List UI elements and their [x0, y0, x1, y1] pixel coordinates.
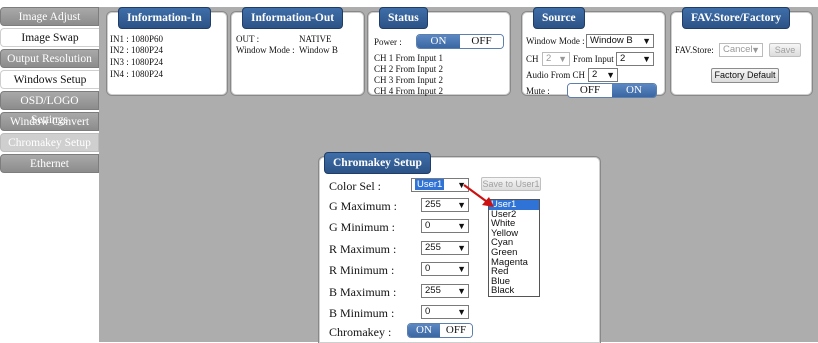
channel-status: CH 1 From Input 1: [374, 53, 444, 63]
out-label: OUT :: [236, 34, 260, 44]
info-in-line: IN3 : 1080P24: [110, 57, 164, 67]
chromakey-label: Chromakey :: [329, 325, 392, 339]
b-minimum-label: B Minimum :: [329, 306, 395, 320]
info-out-panel: Information-Out OUT : NATIVE Window Mode…: [230, 7, 365, 96]
chromakey-title: Chromakey Setup: [324, 152, 431, 174]
power-toggle[interactable]: ON OFF: [416, 34, 504, 49]
color-sel-value: User1: [415, 179, 445, 190]
chevron-down-icon: ▼: [751, 45, 760, 55]
r-minimum-label: R Minimum :: [329, 263, 395, 277]
save-button[interactable]: Save: [769, 43, 801, 57]
sidebar-item-chromakey-setup[interactable]: Chromakey Setup: [0, 133, 99, 152]
fav-store-select[interactable]: Cancel ▼: [719, 43, 763, 57]
fav-title: FAV.Store/Factory: [682, 7, 791, 29]
window-mode-select[interactable]: Window B ▼: [586, 34, 654, 48]
status-panel: Status Power : ON OFF CH 1 From Input 1 …: [367, 7, 511, 96]
mute-on-button[interactable]: ON: [612, 84, 656, 97]
source-panel: Source Window Mode : Window B ▼ CH 2 ▼ Fro…: [521, 7, 666, 98]
r-maximum-select[interactable]: 255 ▼: [421, 241, 469, 255]
channel-status: CH 3 From Input 2: [374, 75, 444, 85]
info-in-title: Information-In: [118, 7, 211, 29]
chevron-down-icon: ▼: [457, 286, 466, 296]
info-in-line: IN1 : 1080P60: [110, 34, 164, 44]
g-minimum-label: G Minimum :: [329, 220, 396, 234]
status-title: Status: [379, 7, 428, 29]
annotation-arrow-icon: [463, 184, 494, 207]
sidebar-item-output-resolution[interactable]: Output Resolution: [0, 49, 99, 68]
sidebar-item-window-convert[interactable]: Window Convert: [0, 112, 99, 131]
sidebar-item-image-swap[interactable]: Image Swap: [0, 28, 99, 47]
b-maximum-label: B Maximum :: [329, 285, 397, 299]
channel-status: CH 2 From Input 2: [374, 64, 444, 74]
fav-store-label: FAV.Store:: [675, 45, 714, 55]
sidebar: Image Adjust Image Swap Output Resolutio…: [0, 7, 99, 175]
b-minimum-select[interactable]: 0 ▼: [421, 305, 469, 319]
factory-default-button[interactable]: Factory Default: [711, 68, 779, 83]
info-out-title: Information-Out: [242, 7, 344, 29]
out-value: NATIVE: [299, 34, 332, 44]
mute-off-button[interactable]: OFF: [568, 84, 612, 97]
power-label: Power :: [374, 37, 402, 47]
chevron-down-icon: ▼: [457, 243, 466, 253]
window-mode-value: Window B: [299, 45, 338, 55]
ch-label: CH: [526, 54, 539, 64]
mute-toggle[interactable]: OFF ON: [567, 83, 657, 98]
channel-status: CH 4 From Input 2: [374, 86, 444, 96]
from-input-select[interactable]: 2 ▼: [616, 52, 654, 66]
ch-select[interactable]: 2 ▼: [542, 52, 570, 66]
from-input-label: From Input: [573, 54, 614, 64]
main-area: Information-In IN1 : 1080P60 IN2 : 1080P…: [99, 7, 818, 343]
audio-ch-select[interactable]: 2 ▼: [588, 68, 618, 82]
b-maximum-select[interactable]: 255 ▼: [421, 284, 469, 298]
chevron-down-icon: ▼: [457, 221, 466, 231]
g-maximum-label: G Maximum :: [329, 199, 397, 213]
chromakey-toggle[interactable]: ON OFF: [407, 323, 473, 338]
g-minimum-select[interactable]: 0 ▼: [421, 219, 469, 233]
sidebar-item-windows-setup[interactable]: Windows Setup: [0, 70, 99, 89]
r-maximum-label: R Maximum :: [329, 242, 397, 256]
chromakey-on-button[interactable]: ON: [408, 324, 440, 337]
audio-from-ch-label: Audio From CH: [526, 70, 586, 80]
chevron-down-icon: ▼: [642, 36, 651, 46]
chevron-down-icon: ▼: [558, 54, 567, 64]
window-mode-label: Window Mode :: [236, 45, 295, 55]
chevron-down-icon: ▼: [457, 307, 466, 317]
chromakey-off-button[interactable]: OFF: [440, 324, 472, 337]
info-in-line: IN2 : 1080P24: [110, 45, 164, 55]
sidebar-item-image-adjust[interactable]: Image Adjust: [0, 7, 99, 26]
color-sel-dropdown-list: User1 User2 White Yellow Cyan Green Mage…: [488, 199, 540, 297]
chevron-down-icon: ▼: [606, 70, 615, 80]
fav-panel: FAV.Store/Factory FAV.Store: Cancel ▼ Sav…: [670, 7, 813, 96]
color-option-black[interactable]: Black: [489, 286, 539, 296]
color-sel-label: Color Sel :: [329, 179, 382, 193]
mute-label: Mute :: [526, 86, 550, 96]
source-window-mode-label: Window Mode :: [526, 36, 585, 46]
chevron-down-icon: ▼: [642, 54, 651, 64]
source-title: Source: [533, 7, 585, 29]
info-in-panel: Information-In IN1 : 1080P60 IN2 : 1080P…: [106, 7, 228, 96]
chevron-down-icon: ▼: [457, 264, 466, 274]
sidebar-item-ethernet[interactable]: Ethernet: [0, 154, 99, 173]
info-in-line: IN4 : 1080P24: [110, 69, 164, 79]
power-off-button[interactable]: OFF: [460, 35, 503, 48]
power-on-button[interactable]: ON: [417, 35, 460, 48]
sidebar-item-osd-logo-settings[interactable]: OSD/LOGO Settings: [0, 91, 99, 126]
r-minimum-select[interactable]: 0 ▼: [421, 262, 469, 276]
